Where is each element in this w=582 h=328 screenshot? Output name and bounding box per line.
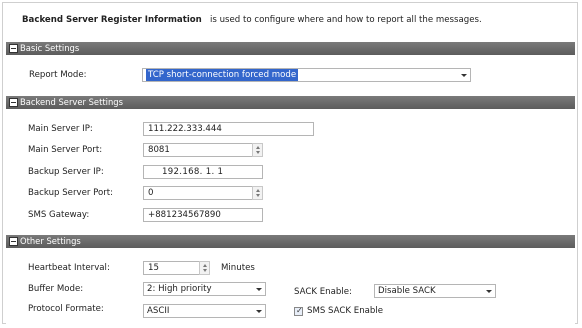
backup-server-port-input[interactable]: 0 — [143, 186, 254, 200]
protocol-format-label: Protocol Formate: — [28, 304, 104, 314]
buffer-mode-value: 2: High priority — [147, 284, 212, 294]
spin-up-icon[interactable] — [256, 146, 260, 149]
dropdown-arrow-icon — [486, 290, 492, 293]
page-title: Backend Server Register Information — [22, 15, 202, 25]
backup-server-port-label: Backup Server Port: — [28, 188, 114, 198]
buffer-mode-label: Buffer Mode: — [28, 284, 84, 294]
section-backend-server-settings-title: Backend Server Settings — [20, 97, 123, 107]
main-server-ip-input[interactable]: 111.222.333.444 — [143, 122, 314, 136]
sack-enable-value: Disable SACK — [378, 286, 436, 296]
section-other-settings-title: Other Settings — [20, 236, 81, 246]
page-header: Backend Server Register Information is u… — [3, 3, 577, 39]
heartbeat-interval-input[interactable]: 15 — [143, 261, 200, 275]
sms-sack-enable-checkbox[interactable]: ✓ — [294, 306, 303, 316]
report-mode-label: Report Mode: — [29, 70, 87, 80]
section-basic-settings[interactable]: Basic Settings — [6, 42, 575, 55]
spin-down-icon[interactable] — [256, 151, 260, 154]
heartbeat-unit-label: Minutes — [221, 263, 255, 273]
sms-gateway-input[interactable]: +881234567890 — [143, 208, 263, 222]
sms-gateway-label: SMS Gateway: — [28, 210, 90, 220]
section-basic-settings-title: Basic Settings — [20, 43, 80, 53]
backend-settings-body: Main Server IP: 111.222.333.444 Main Ser… — [6, 109, 575, 232]
dropdown-arrow-icon — [256, 288, 262, 291]
buffer-mode-select[interactable]: 2: High priority — [143, 282, 266, 296]
sack-enable-select[interactable]: Disable SACK — [374, 284, 496, 298]
sms-sack-enable-label: SMS SACK Enable — [307, 306, 384, 316]
spin-down-icon[interactable] — [256, 194, 260, 197]
basic-settings-body: Report Mode: TCP short-connection forced… — [6, 55, 575, 93]
section-backend-server-settings[interactable]: Backend Server Settings — [6, 96, 575, 109]
heartbeat-interval-spinner[interactable] — [199, 261, 210, 275]
protocol-format-value: ASCII — [147, 306, 170, 316]
dropdown-arrow-icon — [256, 310, 262, 313]
spin-down-icon[interactable] — [203, 269, 207, 272]
main-server-port-label: Main Server Port: — [28, 145, 103, 155]
backup-server-port-spinner[interactable] — [252, 186, 263, 200]
spin-up-icon[interactable] — [256, 189, 260, 192]
main-server-port-input[interactable]: 8081 — [143, 143, 254, 157]
checkmark-icon: ✓ — [296, 306, 303, 315]
collapse-icon[interactable] — [9, 44, 18, 53]
collapse-icon[interactable] — [9, 98, 18, 107]
sack-enable-label: SACK Enable: — [294, 287, 352, 297]
settings-panel: Backend Server Register Information is u… — [2, 2, 578, 324]
page-description: is used to configure where and how to re… — [210, 15, 482, 25]
report-mode-select[interactable]: TCP short-connection forced mode — [142, 68, 471, 82]
section-other-settings[interactable]: Other Settings — [6, 235, 575, 248]
backup-server-ip-label: Backup Server IP: — [28, 167, 104, 177]
heartbeat-interval-label: Heartbeat Interval: — [28, 263, 110, 273]
protocol-format-select[interactable]: ASCII — [143, 304, 266, 318]
report-mode-value: TCP short-connection forced mode — [146, 69, 299, 81]
main-server-port-spinner[interactable] — [252, 143, 263, 157]
collapse-icon[interactable] — [9, 237, 18, 246]
dropdown-arrow-icon — [461, 74, 467, 77]
other-settings-body: Heartbeat Interval: 15 Minutes Buffer Mo… — [6, 248, 575, 324]
spin-up-icon[interactable] — [203, 264, 207, 267]
backup-server-ip-input[interactable]: 192.168. 1. 1 — [143, 165, 263, 179]
main-server-ip-label: Main Server IP: — [28, 124, 93, 134]
